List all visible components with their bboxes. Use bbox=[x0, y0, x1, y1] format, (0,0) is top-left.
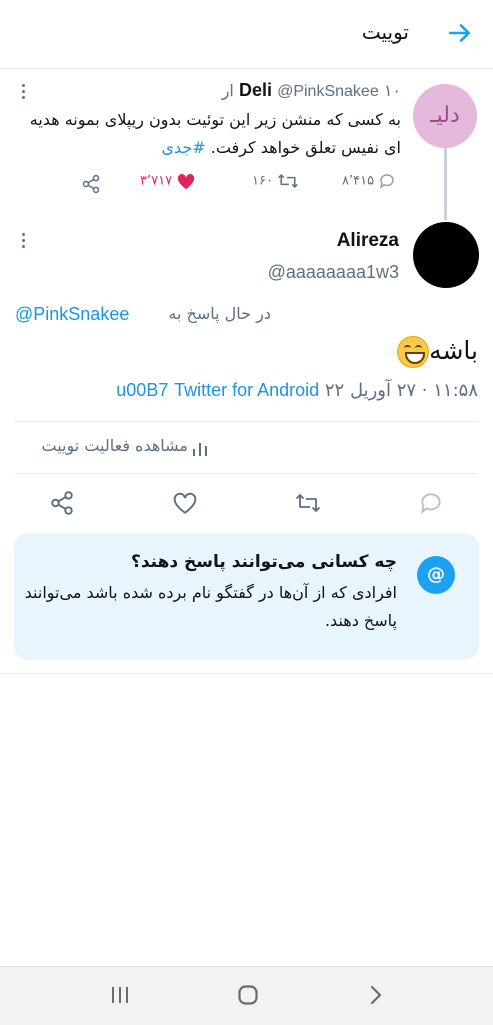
top-app-bar: توییت bbox=[0, 0, 493, 69]
retweet-icon bbox=[278, 174, 298, 188]
tweet-sep-code: u00B7 bbox=[116, 380, 169, 400]
avatar[interactable]: دلیـ bbox=[413, 84, 477, 148]
retweet-count: ۱۶۰ bbox=[252, 173, 273, 189]
author-handle[interactable]: @aaaaaaaa1w3 bbox=[268, 262, 399, 283]
retweet-icon[interactable] bbox=[295, 490, 321, 516]
divider bbox=[0, 673, 493, 674]
tweet-date: ۲۷ آوریل ۲۲ bbox=[324, 380, 417, 401]
home-icon[interactable] bbox=[236, 983, 260, 1007]
like-stat[interactable]: ۳٬۷۱۷ bbox=[140, 172, 196, 194]
system-navigation-bar bbox=[0, 966, 493, 1025]
grinning-face-emoji-icon bbox=[397, 336, 430, 368]
reply-icon[interactable] bbox=[418, 490, 444, 516]
tweet-text: به کسی که منشن زیر این توئیت بدون ریپلای… bbox=[16, 106, 401, 162]
author-name[interactable]: Deli bbox=[239, 80, 272, 100]
tweet-header: Deli @PinkSnakee ۱۰ ار bbox=[222, 80, 401, 104]
heart-icon[interactable] bbox=[172, 490, 198, 516]
at-sign-icon: @ bbox=[417, 556, 455, 594]
divider bbox=[15, 473, 478, 474]
tweet-time: ۱۱:۵۸ bbox=[433, 380, 478, 401]
heart-filled-icon bbox=[178, 174, 195, 190]
hashtag-link[interactable]: #جدی bbox=[161, 138, 205, 157]
reply-icon bbox=[380, 174, 394, 189]
recent-apps-icon[interactable] bbox=[108, 985, 132, 1005]
arrow-right-icon[interactable] bbox=[447, 20, 473, 46]
page-title: توییت bbox=[361, 20, 409, 44]
more-options-icon[interactable] bbox=[21, 233, 27, 251]
thread-connector bbox=[444, 148, 447, 220]
view-activity-link[interactable]: مشاهده فعالیت توییت bbox=[42, 436, 188, 455]
avatar[interactable] bbox=[413, 222, 479, 288]
more-options-icon[interactable] bbox=[21, 84, 27, 102]
retweet-stat[interactable]: ۱۶۰ bbox=[252, 172, 299, 194]
card-title: چه کسانی می‌توانند پاسخ دهند؟ bbox=[131, 552, 397, 572]
back-nav-icon[interactable] bbox=[366, 984, 386, 1006]
author-handle[interactable]: @PinkSnakee bbox=[277, 83, 379, 100]
reply-stat[interactable]: ۸٬۴۱۵ bbox=[342, 172, 396, 194]
replying-to-label: در حال پاسخ به bbox=[168, 304, 271, 323]
card-body: افرادی که از آن‌ها در گفتگو نام برده شده… bbox=[24, 583, 397, 630]
tweet-body: به کسی که منشن زیر این توئیت بدون ریپلای… bbox=[29, 110, 401, 157]
author-name[interactable]: Alireza bbox=[337, 230, 399, 252]
share-icon[interactable] bbox=[49, 490, 75, 516]
tweet-meta: ۱۱:۵۸ · ۲۷ آوریل ۲۲ u00B7 Twitter for An… bbox=[116, 380, 478, 401]
tweet-text: باشه bbox=[393, 336, 478, 368]
reply-count: ۸٬۴۱۵ bbox=[342, 173, 375, 189]
tweet-body: باشه bbox=[429, 336, 478, 365]
share-icon[interactable] bbox=[80, 174, 102, 194]
who-can-reply-card: @ چه کسانی می‌توانند پاسخ دهند؟ افرادی ک… bbox=[14, 533, 479, 660]
bar-chart-icon[interactable] bbox=[190, 440, 210, 456]
like-count: ۳٬۷۱۷ bbox=[140, 173, 173, 189]
reply-to-handle[interactable]: @PinkSnakee bbox=[15, 304, 129, 325]
tweet-source[interactable]: Twitter for Android bbox=[174, 380, 319, 400]
divider bbox=[15, 421, 478, 422]
